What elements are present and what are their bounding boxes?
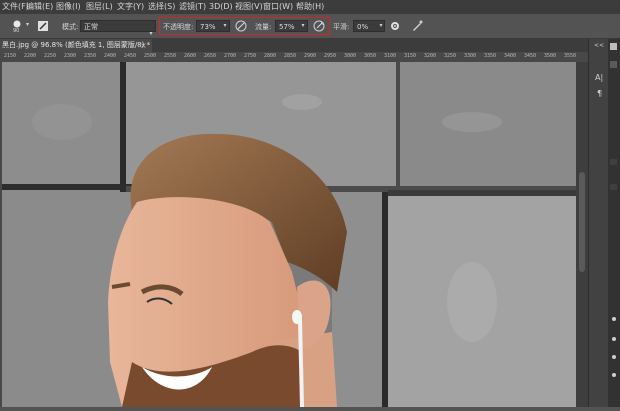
ruler-tick: 2550 [164, 53, 177, 59]
menu-edit[interactable]: 编辑(E) [26, 0, 53, 14]
ruler-tick: 3050 [364, 53, 377, 59]
layer-visibility-icon[interactable] [612, 317, 616, 321]
ruler-tick: 2750 [244, 53, 257, 59]
adjustments-icon[interactable] [610, 61, 617, 68]
ruler-tick: 3450 [524, 53, 537, 59]
ruler-tick: 2300 [64, 53, 77, 59]
brush-size-value: 90 [13, 28, 20, 34]
pressure-size-icon[interactable] [410, 19, 424, 33]
panel-collapse-icon[interactable]: << [594, 42, 604, 49]
ruler-tick: 2250 [44, 53, 57, 59]
ruler-tick: 2950 [324, 53, 337, 59]
layer-visibility-icon[interactable] [612, 337, 616, 341]
document-tab-title: 黑白.jpg @ 96.8% (颜色填充 1, 图层蒙版/8) * [2, 41, 151, 49]
ruler-tick: 2800 [264, 53, 277, 59]
swatch-icon[interactable] [610, 43, 617, 50]
ruler-tick: 3400 [504, 53, 517, 59]
menu-bar: 文件(F) 编辑(E) 图像(I) 图层(L) 文字(Y) 选择(S) 滤镜(T… [0, 0, 620, 14]
menu-help[interactable]: 帮助(H) [296, 0, 324, 14]
brush-panel-icon[interactable] [36, 19, 50, 33]
brush-preset-chevron-icon[interactable]: ▾ [26, 21, 29, 28]
panel-tab-icon[interactable] [610, 184, 617, 190]
panel-tab-icon[interactable] [610, 159, 617, 165]
menu-window[interactable]: 窗口(W) [263, 0, 293, 14]
character-panel-icon[interactable]: A| [595, 73, 603, 82]
menu-file[interactable]: 文件(F) [2, 0, 29, 14]
highlight-box [159, 17, 330, 35]
ruler-tick: 2600 [184, 53, 197, 59]
ruler-tick: 3500 [544, 53, 557, 59]
menu-3d[interactable]: 3D(D) [209, 0, 233, 14]
smoothing-label: 平滑: [333, 23, 350, 31]
ruler-tick: 3250 [444, 53, 457, 59]
smoothing-settings-gear-icon[interactable] [388, 19, 402, 33]
menu-filter[interactable]: 滤镜(T) [179, 0, 206, 14]
menu-select[interactable]: 选择(S) [148, 0, 175, 14]
photo-image [2, 62, 576, 407]
ruler-tick: 3000 [344, 53, 357, 59]
ruler-tick: 2900 [304, 53, 317, 59]
menu-type[interactable]: 文字(Y) [117, 0, 144, 14]
ruler-tick: 3100 [384, 53, 397, 59]
mode-select[interactable]: 正常 [80, 20, 156, 32]
ruler-tick: 2450 [124, 53, 137, 59]
document-canvas[interactable] [2, 62, 576, 407]
ruler-tick: 2400 [104, 53, 117, 59]
ruler-tick: 2200 [24, 53, 37, 59]
smoothing-chevron-icon[interactable]: ▾ [377, 20, 385, 32]
menu-view[interactable]: 视图(V) [235, 0, 263, 14]
ruler-tick: 2850 [284, 53, 297, 59]
ruler-tick: 2500 [144, 53, 157, 59]
ruler-tick: 3550 [564, 53, 577, 59]
ruler-tick: 2700 [224, 53, 237, 59]
ruler-tick: 2150 [4, 53, 17, 59]
vertical-scrollbar[interactable] [576, 62, 588, 407]
scrollbar-thumb[interactable] [579, 172, 585, 272]
ruler-tick: 3300 [464, 53, 477, 59]
ruler-tick: 3150 [404, 53, 417, 59]
menu-image[interactable]: 图像(I) [56, 0, 81, 14]
layer-visibility-icon[interactable] [612, 355, 616, 359]
ruler-tick: 3350 [484, 53, 497, 59]
paragraph-panel-icon[interactable]: ¶ [597, 89, 602, 98]
document-tab[interactable]: 黑白.jpg @ 96.8% (颜色填充 1, 图层蒙版/8) * [0, 39, 152, 52]
mode-label: 模式: [62, 23, 79, 31]
close-tab-icon[interactable]: × [140, 39, 147, 52]
document-tab-bar: 黑白.jpg @ 96.8% (颜色填充 1, 图层蒙版/8) * × [0, 39, 588, 52]
ruler-tick: 2350 [84, 53, 97, 59]
menu-layer[interactable]: 图层(L) [86, 0, 113, 14]
layer-visibility-icon[interactable] [612, 373, 616, 377]
ruler-tick: 3200 [424, 53, 437, 59]
ruler-tick: 2650 [204, 53, 217, 59]
side-panel-strip [608, 39, 620, 407]
